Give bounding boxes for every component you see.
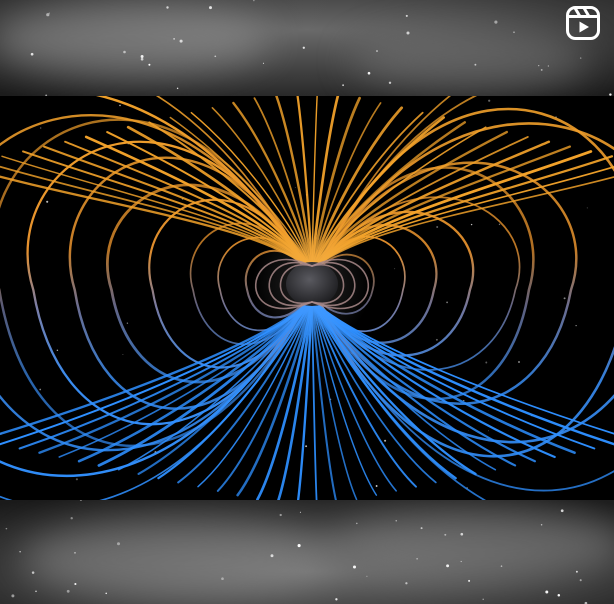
reels-icon[interactable] [566, 6, 600, 40]
planet [286, 262, 338, 306]
video-frame[interactable] [0, 96, 614, 500]
magnetic-field-illustration [0, 96, 614, 500]
media-frame [0, 0, 614, 604]
